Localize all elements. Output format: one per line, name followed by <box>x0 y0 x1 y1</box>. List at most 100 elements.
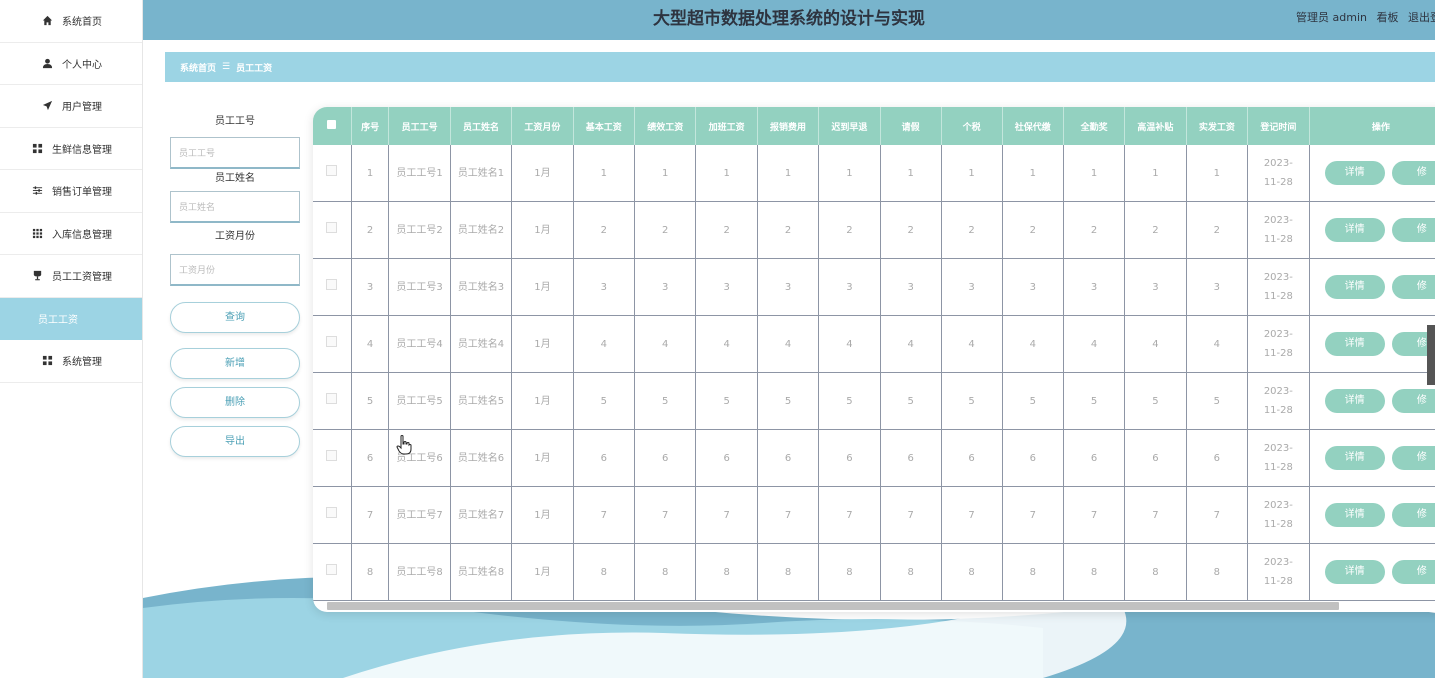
edit-button[interactable]: 修 <box>1391 161 1435 185</box>
sidebar-item-users[interactable]: 用户管理 <box>0 85 142 128</box>
cell-emp-name: 员工姓名2 <box>450 201 513 259</box>
sidebar-item-salary[interactable]: 员工工资 <box>0 297 142 340</box>
edit-button[interactable]: 修 <box>1391 503 1435 527</box>
edit-button[interactable]: 修 <box>1391 446 1435 470</box>
detail-button[interactable]: 详情 <box>1324 161 1385 185</box>
cell-time: 2023-11-28 <box>1247 429 1310 487</box>
row-checkbox[interactable] <box>313 543 352 601</box>
cell-value: 2 <box>1186 201 1249 259</box>
cell-value: 5 <box>757 372 820 430</box>
cell-value: 8 <box>695 543 758 601</box>
row-checkbox[interactable] <box>313 372 352 430</box>
row-checkbox[interactable] <box>313 201 352 259</box>
row-checkbox[interactable] <box>313 145 352 202</box>
sidebar-item-system[interactable]: 系统管理 <box>0 340 142 383</box>
home-icon <box>40 14 54 28</box>
edit-button[interactable]: 修 <box>1391 560 1435 584</box>
add-button[interactable]: 新增 <box>170 348 300 379</box>
cell-value: 4 <box>1002 315 1065 373</box>
cell-value: 6 <box>757 429 820 487</box>
cell-value: 5 <box>818 372 881 430</box>
col-net: 实发工资 <box>1186 107 1249 145</box>
sidebar-item-home[interactable]: 系统首页 <box>0 0 142 43</box>
table-row: 4 员工工号4 员工姓名4 1月 4 4 4 4 4 4 4 4 4 4 4 2023-11-28 详情 修 <box>313 315 1435 373</box>
cell-emp-no: 员工工号4 <box>388 315 451 373</box>
export-button[interactable]: 导出 <box>170 426 300 457</box>
cell-month: 1月 <box>511 543 574 601</box>
detail-button[interactable]: 详情 <box>1324 332 1385 356</box>
cell-value: 3 <box>941 258 1003 316</box>
cell-value: 1 <box>634 145 697 202</box>
cell-value: 3 <box>1002 258 1065 316</box>
cell-value: 1 <box>695 145 758 202</box>
cell-time: 2023-11-28 <box>1247 201 1310 259</box>
col-leave: 请假 <box>880 107 942 145</box>
cell-emp-no: 员工工号7 <box>388 486 451 544</box>
cell-emp-name: 员工姓名1 <box>450 145 513 202</box>
cell-value: 1 <box>818 145 881 202</box>
cell-value: 6 <box>1002 429 1065 487</box>
row-checkbox[interactable] <box>313 429 352 487</box>
cell-value: 5 <box>695 372 758 430</box>
emp-name-input[interactable]: 员工姓名 <box>170 191 300 223</box>
hand-cursor-icon <box>396 435 412 459</box>
select-all-checkbox[interactable] <box>313 107 352 145</box>
sidebar-item-stock[interactable]: 入库信息管理 <box>0 213 142 255</box>
detail-button[interactable]: 详情 <box>1324 560 1385 584</box>
cell-emp-name: 员工姓名7 <box>450 486 513 544</box>
col-late: 迟到早退 <box>818 107 881 145</box>
cell-no: 4 <box>351 315 390 373</box>
detail-button[interactable]: 详情 <box>1324 275 1385 299</box>
row-checkbox[interactable] <box>313 258 352 316</box>
sidebar-item-salary-mgmt[interactable]: 员工工资管理 <box>0 255 142 298</box>
cell-value: 6 <box>1063 429 1126 487</box>
logout-link[interactable]: 退出登 <box>1408 11 1435 24</box>
edit-button[interactable]: 修 <box>1391 218 1435 242</box>
cell-value: 5 <box>634 372 697 430</box>
breadcrumb-home[interactable]: 系统首页 <box>180 61 216 74</box>
cell-value: 2 <box>695 201 758 259</box>
delete-button[interactable]: 删除 <box>170 387 300 418</box>
cell-value: 1 <box>1186 145 1249 202</box>
cell-month: 1月 <box>511 429 574 487</box>
cell-value: 5 <box>1063 372 1126 430</box>
horizontal-scrollbar[interactable] <box>327 602 1339 610</box>
month-input[interactable]: 工资月份 <box>170 254 300 286</box>
col-tax: 个税 <box>941 107 1003 145</box>
sidebar-item-fresh[interactable]: 生鲜信息管理 <box>0 128 142 170</box>
cell-value: 3 <box>880 258 942 316</box>
cell-value: 3 <box>757 258 820 316</box>
cell-emp-name: 员工姓名4 <box>450 315 513 373</box>
cell-value: 6 <box>573 429 636 487</box>
edit-button[interactable]: 修 <box>1391 275 1435 299</box>
cell-no: 1 <box>351 145 390 202</box>
cell-value: 6 <box>634 429 697 487</box>
sidebar-item-label: 系统首页 <box>62 17 102 29</box>
breadcrumb: 系统首页 ☰ 员工工资 <box>165 52 1435 82</box>
sidebar-item-orders[interactable]: 销售订单管理 <box>0 170 142 213</box>
cell-value: 8 <box>573 543 636 601</box>
edit-button[interactable]: 修 <box>1391 389 1435 413</box>
detail-button[interactable]: 详情 <box>1324 446 1385 470</box>
row-checkbox[interactable] <box>313 486 352 544</box>
detail-button[interactable]: 详情 <box>1324 218 1385 242</box>
cell-emp-name: 员工姓名6 <box>450 429 513 487</box>
cell-value: 8 <box>757 543 820 601</box>
emp-no-input[interactable]: 员工工号 <box>170 137 300 169</box>
user-icon <box>40 56 54 70</box>
cell-value: 1 <box>1063 145 1126 202</box>
cell-no: 5 <box>351 372 390 430</box>
detail-button[interactable]: 详情 <box>1324 389 1385 413</box>
query-button[interactable]: 查询 <box>170 302 300 333</box>
cell-ops: 详情 修 <box>1309 372 1435 430</box>
page-title: 大型超市数据处理系统的设计与实现 <box>653 9 925 29</box>
cell-no: 7 <box>351 486 390 544</box>
main-area: 大型超市数据处理系统的设计与实现 管理员 admin 看板 退出登 系统首页 ☰… <box>143 0 1435 678</box>
vertical-scrollbar[interactable] <box>1427 325 1435 385</box>
row-checkbox[interactable] <box>313 315 352 373</box>
cell-month: 1月 <box>511 372 574 430</box>
cell-value: 5 <box>1186 372 1249 430</box>
detail-button[interactable]: 详情 <box>1324 503 1385 527</box>
sidebar-item-profile[interactable]: 个人中心 <box>0 43 142 85</box>
board-link[interactable]: 看板 <box>1377 11 1399 24</box>
